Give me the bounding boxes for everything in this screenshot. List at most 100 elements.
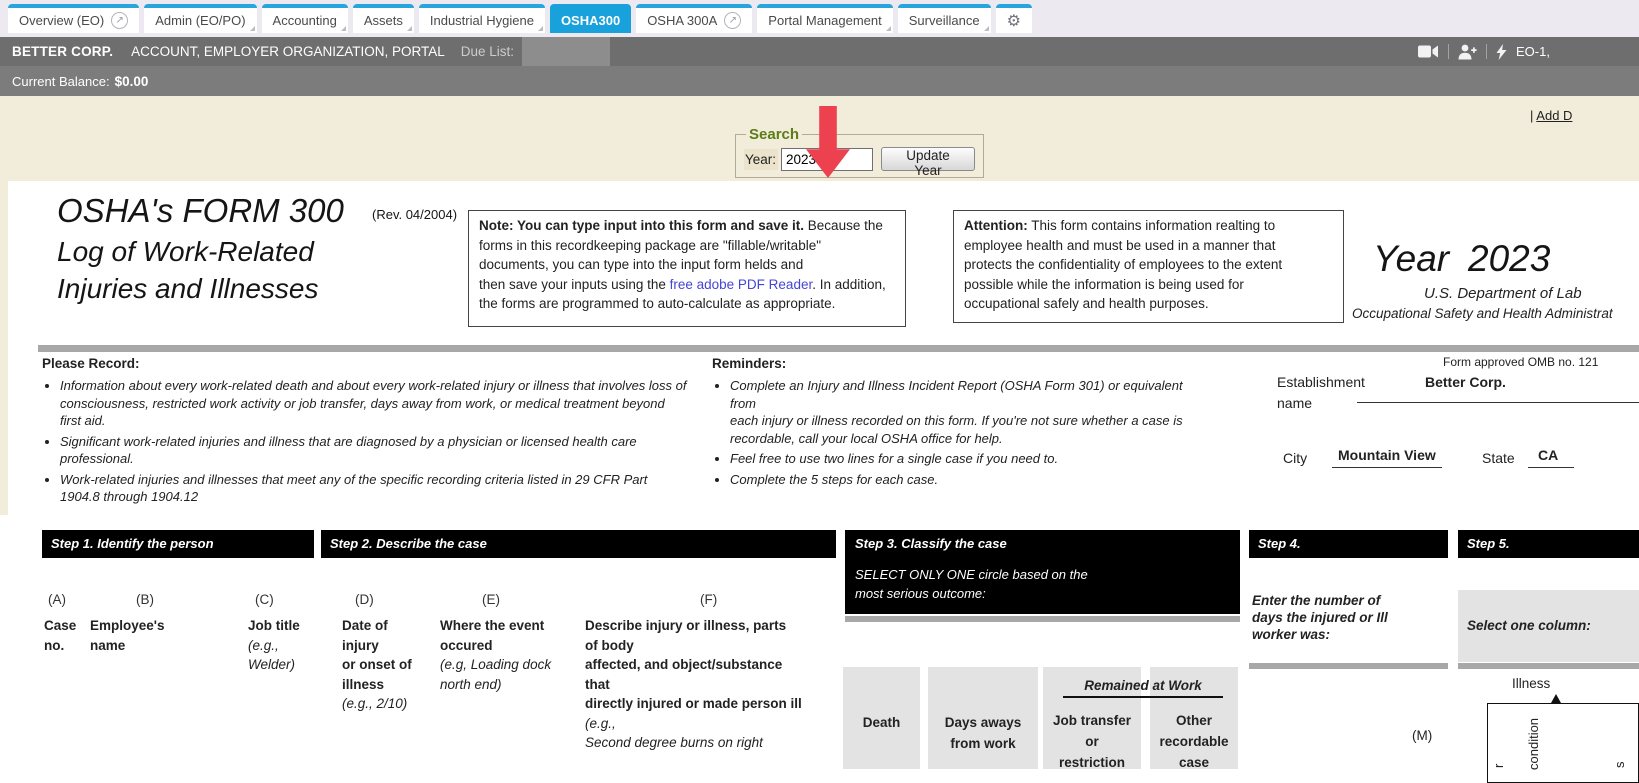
tab-assets[interactable]: Assets <box>353 4 414 33</box>
search-legend: Search <box>746 126 802 143</box>
step3-header: Step 3. Classify the case SELECT ONLY ON… <box>845 530 1240 614</box>
tab-label: Assets <box>364 13 403 28</box>
external-link-icon[interactable]: ↗ <box>724 12 741 29</box>
balance-value: $0.00 <box>115 74 149 89</box>
video-camera-icon[interactable] <box>1418 44 1439 59</box>
account-header-bar: BETTER CORP. ACCOUNT, EMPLOYER ORGANIZAT… <box>0 37 1639 66</box>
list-item: Significant work-related injuries and il… <box>60 433 705 468</box>
please-record-heading: Please Record: <box>42 356 140 371</box>
balance-bar: Current Balance: $0.00 <box>0 66 1639 96</box>
rotated-column-label: s <box>1612 762 1627 769</box>
list-item: Information about every work-related dea… <box>60 377 705 430</box>
gear-icon: ⚙ <box>1007 11 1021 31</box>
tab-label: Surveillance <box>909 13 980 28</box>
column-title-date-of-injury: Date of injury or onset of illness (e.g.… <box>342 616 412 714</box>
column-title-case-no: Case no. <box>44 616 76 655</box>
rotated-column-label: condition <box>1526 718 1541 770</box>
main-tab-bar: Overview (EO) ↗ Admin (EO/PO) Accounting… <box>0 0 1639 37</box>
step3-title: Step 3. Classify the case <box>855 536 1240 551</box>
year-label: Year: <box>744 149 778 170</box>
column-title-describe-injury: Describe injury or illness, parts of bod… <box>585 616 802 753</box>
tab-label: Industrial Hygiene <box>430 13 534 28</box>
please-record-list: Information about every work-related dea… <box>60 377 705 509</box>
dropdown-corner-icon <box>886 26 891 31</box>
column-example: (e.g., 2/10) <box>342 696 407 711</box>
tab-settings[interactable]: ⚙ <box>996 4 1032 33</box>
rotated-column-label: r <box>1491 764 1506 768</box>
step5-header: Step 5. <box>1458 530 1639 558</box>
m-column-label: (M) <box>1412 728 1432 743</box>
state-value: CA <box>1538 447 1558 463</box>
dropdown-corner-icon <box>407 26 412 31</box>
classify-days-away: Days aways from work <box>928 712 1038 754</box>
step4-instruction: Enter the number of days the injured or … <box>1252 592 1388 643</box>
column-letter-f: (F) <box>700 592 717 607</box>
external-link-icon[interactable]: ↗ <box>111 12 128 29</box>
column-letter-e: (E) <box>482 592 500 607</box>
section-divider <box>38 345 1639 352</box>
update-year-button[interactable]: Update Year <box>881 147 975 171</box>
add-link[interactable]: Add D <box>1536 108 1572 123</box>
tab-osha-300a[interactable]: OSHA 300A ↗ <box>636 4 752 33</box>
column-example: (e.g., Second degree burns on right <box>585 716 763 751</box>
arrow-up-icon <box>1551 694 1561 703</box>
tab-surveillance[interactable]: Surveillance <box>898 4 991 33</box>
list-item: Feel free to use two lines for a single … <box>730 450 1210 468</box>
divider <box>1448 44 1449 59</box>
state-label: State <box>1482 450 1515 466</box>
column-letter-c: (C) <box>255 592 274 607</box>
note-heading: Note: You can type input into this form … <box>479 218 804 233</box>
balance-label: Current Balance: <box>12 74 110 89</box>
column-letter-b: (B) <box>136 592 154 607</box>
list-item: Complete an Injury and Illness Incident … <box>730 377 1210 447</box>
tab-label: Overview (EO) <box>19 13 104 28</box>
tab-overview-eo[interactable]: Overview (EO) ↗ <box>8 4 139 33</box>
form-title: OSHA's FORM 300 <box>57 192 344 230</box>
column-example: (e.g, Loading dock north end) <box>440 657 551 692</box>
classify-other-recordable: Other recordable case <box>1150 710 1238 773</box>
column-letter-a: (A) <box>48 592 66 607</box>
illness-type-box <box>1487 703 1639 783</box>
establishment-name-value: Better Corp. <box>1425 374 1506 390</box>
step4-header: Step 4. <box>1249 530 1448 558</box>
classify-death: Death <box>843 712 920 733</box>
due-list-label: Due List: <box>461 44 514 59</box>
classify-job-transfer: Job transfer or restriction <box>1043 710 1141 773</box>
column-title-where-event-occured: Where the event occured (e.g, Loading do… <box>440 616 551 694</box>
agency-line: Occupational Safety and Health Administr… <box>1352 306 1613 321</box>
due-list-dropdown[interactable] <box>522 37 610 66</box>
year-word: Year <box>1373 238 1449 280</box>
dropdown-corner-icon <box>250 26 255 31</box>
tab-label: OSHA300 <box>561 13 620 28</box>
tab-accounting[interactable]: Accounting <box>262 4 348 33</box>
step3-instruction: SELECT ONLY ONE circle based on the most… <box>855 565 1240 603</box>
tab-label: Admin (EO/PO) <box>155 13 245 28</box>
department-line: U.S. Department of Lab <box>1424 285 1582 302</box>
tab-admin-eo-po[interactable]: Admin (EO/PO) <box>144 4 256 33</box>
city-label: City <box>1283 450 1307 466</box>
add-user-icon[interactable] <box>1458 44 1477 60</box>
divider <box>845 616 1240 622</box>
tab-label: OSHA 300A <box>647 13 717 28</box>
dropdown-corner-icon <box>538 26 543 31</box>
step2-header: Step 2. Describe the case <box>321 530 836 558</box>
list-item: Complete the 5 steps for each case. <box>730 471 1210 489</box>
company-name: BETTER CORP. <box>12 44 113 59</box>
tab-osha300-active[interactable]: OSHA300 <box>550 4 631 33</box>
tab-portal-management[interactable]: Portal Management <box>757 4 892 33</box>
lightning-bolt-icon[interactable] <box>1496 44 1507 60</box>
dropdown-corner-icon <box>984 26 989 31</box>
header-action-icons: EO-1, <box>1418 37 1550 66</box>
omb-approval-line: Form approved OMB no. 121 <box>1443 355 1598 369</box>
user-id-label[interactable]: EO-1, <box>1516 44 1550 59</box>
search-panel: Search Year: Update Year <box>735 126 984 178</box>
column-letter-d: (D) <box>355 592 374 607</box>
note-box: Note: You can type input into this form … <box>468 210 906 327</box>
dropdown-corner-icon <box>341 26 346 31</box>
divider <box>1486 44 1487 59</box>
tab-industrial-hygiene[interactable]: Industrial Hygiene <box>419 4 545 33</box>
pdf-reader-link[interactable]: free adobe PDF Reader <box>670 277 813 292</box>
add-link-container: | Add D <box>1530 108 1572 123</box>
city-value: Mountain View <box>1338 447 1436 463</box>
separator: | <box>1530 108 1533 123</box>
